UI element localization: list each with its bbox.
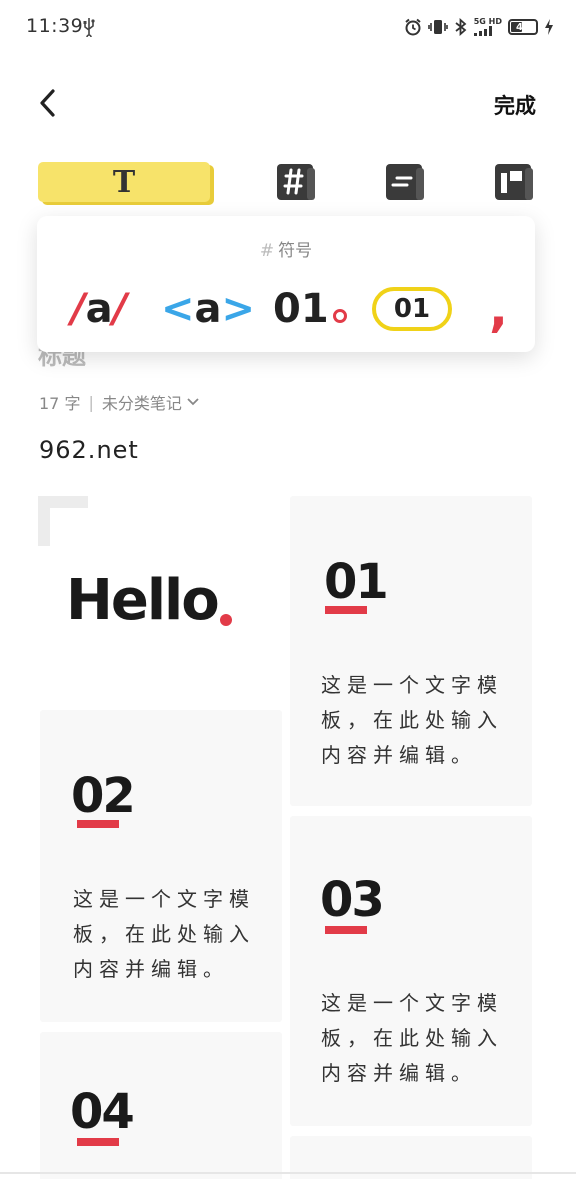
bluetooth-icon: [455, 18, 467, 36]
text-style-tab[interactable]: T: [38, 162, 210, 202]
slash-right: /: [112, 286, 128, 332]
symbol-comma-style[interactable]: ,: [489, 280, 508, 338]
category-label: 未分类笔记: [101, 394, 182, 413]
card-number: 03: [320, 872, 385, 928]
symbol-pill-number-style[interactable]: 01: [372, 284, 452, 334]
slash-left: /: [71, 286, 86, 332]
angle-left: <: [161, 286, 195, 332]
signal-indicator: 5G HD: [473, 17, 502, 36]
symbol-panel-title-text: 符号: [278, 241, 313, 261]
list-tool-icon[interactable]: [381, 162, 427, 202]
note-meta: 17 字 | 未分类笔记: [39, 390, 200, 414]
symbol-slash-style[interactable]: / a /: [71, 284, 127, 334]
card-text: 这是一个文字模板，在此处输入内容并编辑。: [321, 673, 503, 767]
template-card-02[interactable]: 02 这是一个文字模板，在此处输入内容并编辑。: [40, 710, 282, 1022]
pill-number: 01: [372, 287, 452, 331]
hello-heading[interactable]: Hello: [66, 568, 220, 633]
card-number-underline: [77, 1138, 119, 1146]
battery-icon: 44: [508, 19, 538, 35]
category-selector[interactable]: 未分类笔记: [102, 390, 200, 414]
symbol-dot-number-style[interactable]: 01: [273, 284, 347, 334]
angle-right: >: [221, 286, 256, 332]
status-time: 11:39: [26, 15, 84, 37]
card-number: 01: [324, 554, 389, 610]
symbol-panel: # 符号 / a / < a > 01 01 ,: [37, 216, 535, 352]
word-count: 17 字: [39, 394, 81, 413]
template-card-01[interactable]: 01 这是一个文字模板，在此处输入内容并编辑。: [290, 496, 532, 806]
battery-level: 44: [516, 21, 530, 33]
signal-icon: [473, 26, 492, 36]
note-body-text[interactable]: 962.net: [39, 436, 139, 464]
back-chevron-icon[interactable]: [34, 86, 64, 120]
hello-red-dot: [220, 614, 232, 626]
corner-bracket-icon: [38, 496, 88, 546]
alarm-icon: [405, 18, 421, 36]
slash-mid: a: [85, 286, 113, 332]
card-text: 这是一个文字模板，在此处输入内容并编辑。: [73, 887, 255, 981]
card-text: 这是一个文字模板，在此处输入内容并编辑。: [321, 991, 503, 1085]
card-number-underline: [77, 820, 119, 828]
usb-icon: [83, 18, 95, 37]
symbol-tool-icon[interactable]: [272, 162, 318, 202]
network-type-label: 5G HD: [473, 17, 502, 26]
status-icons: 5G HD 44: [404, 14, 554, 40]
ring-icon: [332, 309, 347, 323]
done-button[interactable]: 完成: [494, 90, 536, 120]
comma-symbol: ,: [489, 280, 508, 338]
template-card-03[interactable]: 03 这是一个文字模板，在此处输入内容并编辑。: [290, 816, 532, 1126]
symbol-angle-style[interactable]: < a >: [161, 284, 255, 334]
card-number: 04: [70, 1084, 135, 1140]
hash-icon: #: [259, 241, 275, 261]
dot-number: 01: [273, 286, 329, 332]
charging-icon: [545, 19, 553, 35]
symbol-panel-title: # 符号: [37, 236, 535, 261]
meta-divider: |: [88, 392, 94, 412]
angle-mid: a: [194, 286, 222, 332]
card-number-underline: [325, 926, 367, 934]
template-card-04[interactable]: 04: [40, 1032, 282, 1179]
bottom-divider: [0, 1172, 576, 1174]
status-bar: 11:39 5G HD 44: [0, 0, 576, 56]
text-style-label: T: [112, 164, 136, 200]
chevron-down-icon: [187, 398, 199, 406]
card-number: 02: [71, 768, 136, 824]
vibrate-icon: [427, 20, 448, 34]
format-toolbar: T: [0, 158, 576, 208]
card-number-underline: [325, 606, 367, 614]
layout-tool-icon[interactable]: [490, 162, 536, 202]
